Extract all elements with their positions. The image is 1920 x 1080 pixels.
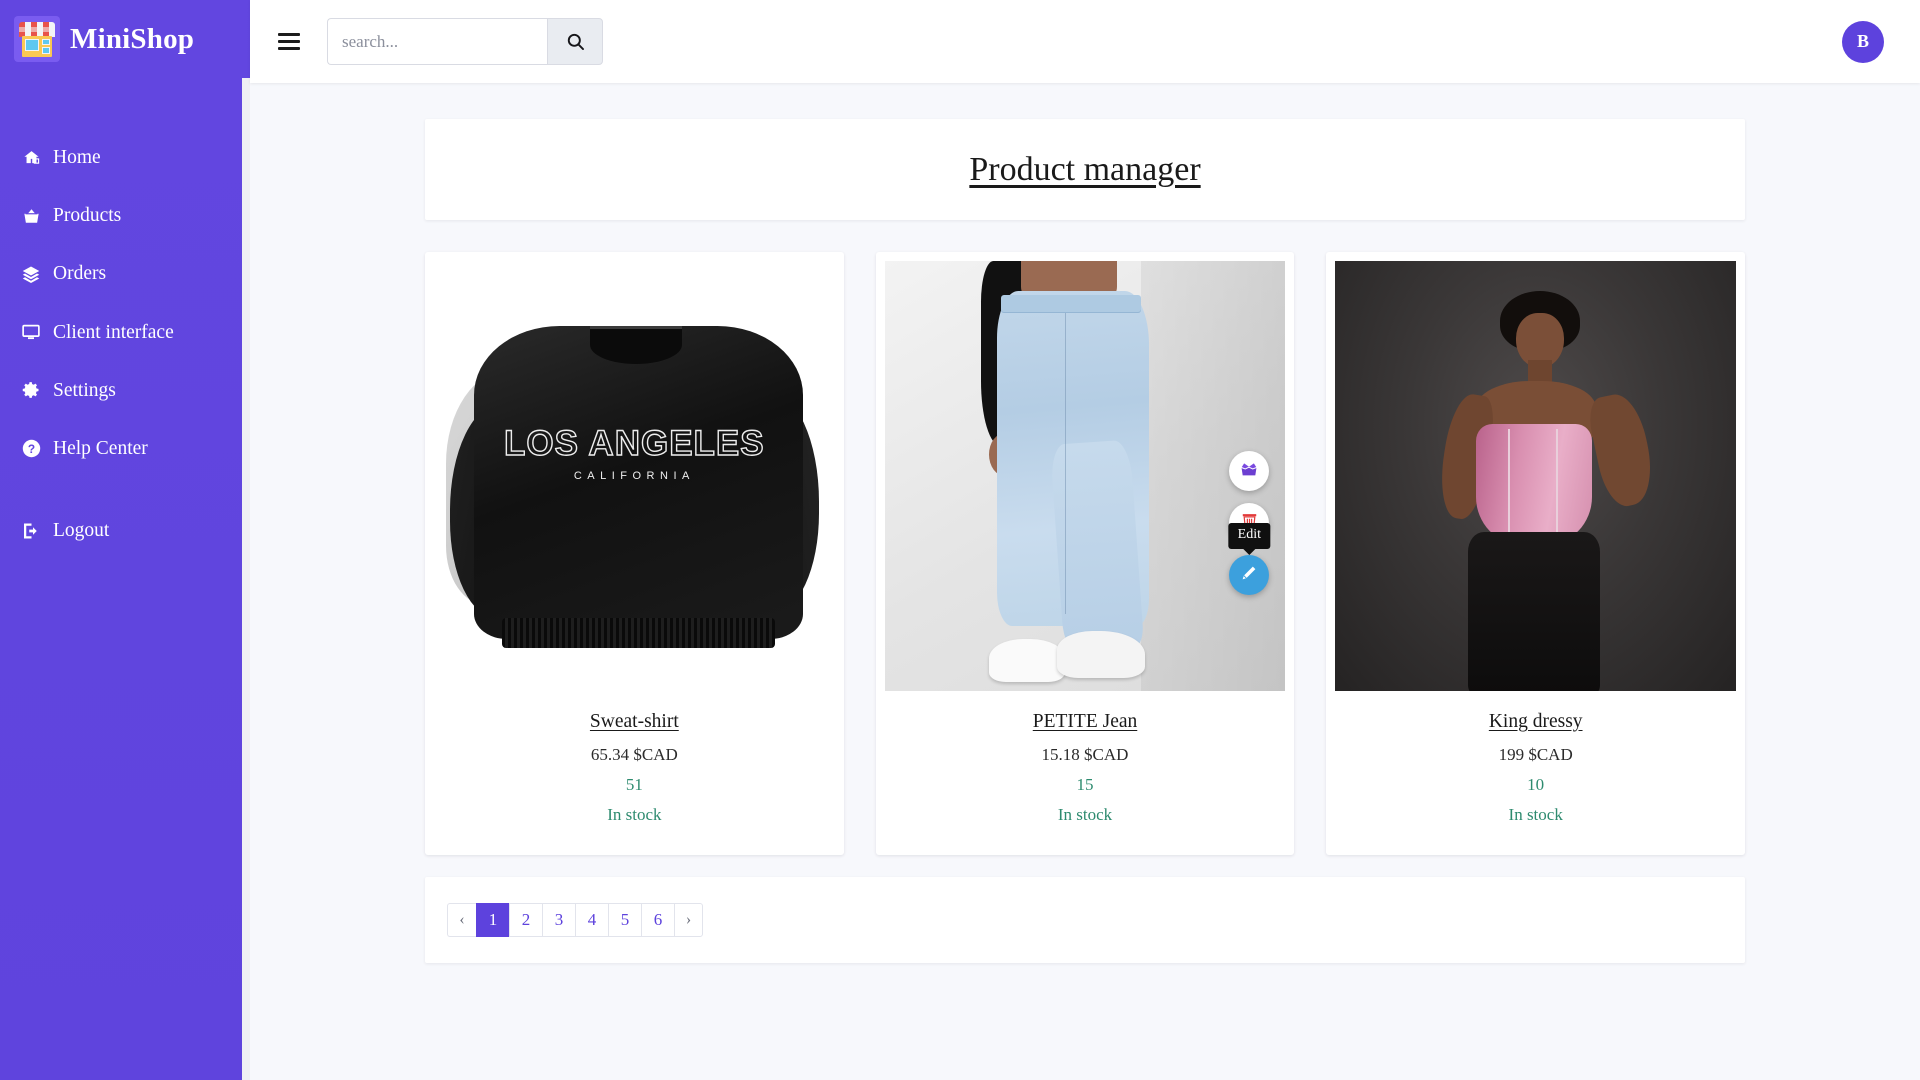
product-image[interactable]: Edit [884,261,1286,691]
product-info: PETITE Jean 15.18 $CAD 15 In stock [885,691,1286,855]
sidebar-scrollbar[interactable] [242,78,250,1080]
product-image[interactable] [1335,261,1737,691]
product-card[interactable]: LOS ANGELES CALIFORNIA Sweat-shirt 65.34… [425,252,844,855]
product-photo-sweatshirt: LOS ANGELES CALIFORNIA [434,261,835,691]
pencil-icon [1240,564,1258,587]
product-actions: Edit [1228,451,1271,595]
pagination-page-3[interactable]: 3 [542,902,575,937]
question-circle-icon: ? [20,439,42,459]
product-card[interactable]: Edit PETITE Jean 15.18 $CAD 15 In stock [875,252,1295,855]
product-quantity: 51 [625,775,643,795]
pagination-page-1[interactable]: 1 [476,902,509,937]
product-price: 15.18 $CAD [1041,745,1129,765]
sidebar-item-label: Logout [53,520,110,542]
sidebar: MiniShop Home Products Orders Client int… [0,0,250,1080]
product-photo-dress [1335,261,1737,691]
product-quantity: 15 [1076,775,1094,795]
pagination-prev[interactable]: ‹ [447,902,476,937]
search-form [327,18,603,65]
product-price: 199 $CAD [1498,745,1573,765]
pagination-page-6[interactable]: 6 [641,902,674,937]
avatar[interactable]: B [1842,20,1884,63]
sign-out-icon [20,521,42,541]
edit-tooltip: Edit [1228,523,1271,549]
sweatshirt-graphic-line1: LOS ANGELES [503,424,765,464]
pagination-page-5[interactable]: 5 [608,902,641,937]
sidebar-item-orders[interactable]: Orders [0,250,250,297]
sidebar-item-products[interactable]: Products [0,192,250,239]
pagination-page-4[interactable]: 4 [575,902,608,937]
hamburger-icon[interactable] [278,33,300,50]
home-icon [20,148,42,168]
product-name[interactable]: PETITE Jean [895,707,1276,736]
storefront-icon [14,16,60,62]
svg-text:?: ? [27,442,34,456]
pagination-page-2[interactable]: 2 [509,902,542,937]
product-name[interactable]: King dressy [1345,707,1726,736]
pagination: ‹ 1 2 3 4 5 6 › [447,902,703,937]
search-input[interactable] [327,18,547,65]
sweatshirt-graphic-line2: CALIFORNIA [573,469,695,482]
sidebar-item-label: Help Center [53,437,148,459]
brand-name: MiniShop [70,22,195,55]
search-icon [566,32,585,51]
sidebar-item-settings[interactable]: Settings [0,367,250,414]
product-grid: LOS ANGELES CALIFORNIA Sweat-shirt 65.34… [425,252,1746,855]
product-status: In stock [1057,804,1113,824]
product-price: 65.34 $CAD [590,745,678,765]
search-button[interactable] [547,18,603,65]
layers-icon [20,264,42,284]
open-box-icon [1239,460,1259,483]
app-root: MiniShop Home Products Orders Client int… [0,0,1920,1080]
product-name[interactable]: Sweat-shirt [444,707,825,736]
sidebar-item-client-interface[interactable]: Client interface [0,309,250,356]
page-title: Product manager [969,151,1201,188]
sidebar-item-label: Products [53,205,122,227]
content-area: Product manager LOS ANGELES CALIFORNIA S… [250,83,1920,1080]
sidebar-item-label: Settings [53,379,116,401]
sidebar-item-logout[interactable]: Logout [0,507,250,554]
edit-button[interactable]: Edit [1228,523,1271,595]
product-image[interactable]: LOS ANGELES CALIFORNIA [434,261,835,691]
main-area: B Product manager [250,0,1920,1080]
sidebar-item-help-center[interactable]: ? Help Center [0,425,250,472]
sidebar-item-label: Orders [53,263,107,285]
product-info: King dressy 199 $CAD 10 In stock [1335,691,1736,855]
sidebar-item-label: Client interface [53,321,174,343]
product-status: In stock [607,804,662,824]
product-quantity: 10 [1527,775,1545,795]
desktop-icon [20,322,42,342]
sidebar-nav: Home Products Orders Client interface Se… [0,134,250,554]
product-info: Sweat-shirt 65.34 $CAD 51 In stock [434,691,835,855]
sidebar-item-label: Home [53,147,101,168]
archive-button[interactable] [1229,451,1270,491]
product-card[interactable]: King dressy 199 $CAD 10 In stock [1326,252,1746,855]
sidebar-item-home[interactable]: Home [0,134,250,181]
basket-icon [20,206,42,226]
content-container: Product manager LOS ANGELES CALIFORNIA S… [425,119,1746,963]
pagination-panel: ‹ 1 2 3 4 5 6 › [425,876,1745,963]
pagination-next[interactable]: › [674,902,703,937]
page-title-panel: Product manager [425,119,1745,220]
gear-icon [20,380,42,400]
product-status: In stock [1508,804,1563,824]
brand[interactable]: MiniShop [0,0,250,78]
topbar: B [250,0,1920,83]
product-photo-jeans [884,261,1286,691]
